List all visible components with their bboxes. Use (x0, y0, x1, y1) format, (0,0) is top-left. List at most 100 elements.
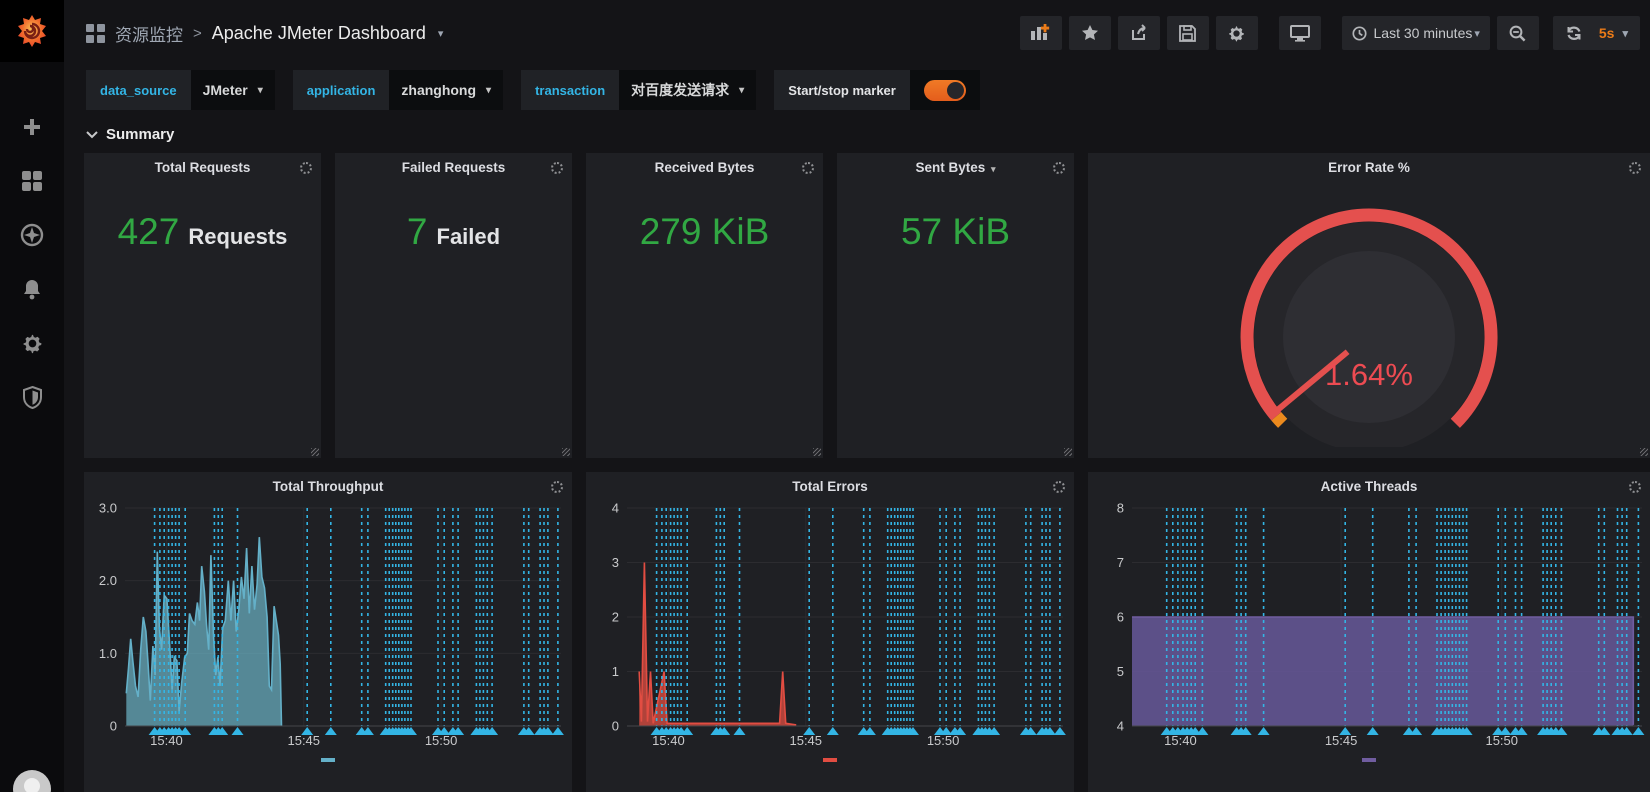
plus-icon (24, 119, 40, 135)
refresh-interval-value: 5s (1598, 25, 1615, 41)
svg-text:3: 3 (612, 555, 619, 570)
panel-title[interactable]: Failed Requests (335, 153, 572, 175)
chart-legend[interactable] (84, 756, 572, 762)
stat-value: 7 (406, 211, 428, 252)
svg-text:15:45: 15:45 (287, 733, 320, 748)
chevron-down-icon[interactable]: ▾ (438, 27, 444, 40)
cycle-view-button[interactable] (1278, 16, 1321, 50)
share-button[interactable] (1117, 16, 1160, 50)
grafana-dashboard: 资源监控 > Apache JMeter Dashboard ▾ Last 30… (0, 0, 1650, 792)
row-header-summary[interactable]: Summary (86, 126, 1650, 143)
panel-title[interactable]: Active Threads (1088, 472, 1650, 494)
user-avatar[interactable] (13, 770, 51, 792)
panel-total-errors: Total Errors 15:40 15:45 15:50 0 1 2 3 4 (586, 472, 1074, 792)
throughput-chart[interactable]: 15:40 15:45 15:50 0 1.0 2.0 3.0 (89, 498, 567, 752)
sidebar-item-explore[interactable] (19, 222, 45, 248)
panel-error-rate: Error Rate % 1.64% (1088, 153, 1650, 458)
chevron-down-icon: ▾ (1474, 27, 1480, 40)
settings-button[interactable] (1215, 16, 1258, 50)
svg-text:1: 1 (612, 664, 619, 679)
stat-value-group: 7 Failed (335, 175, 572, 440)
panel-total-throughput: Total Throughput 15:40 15:45 15:50 0 1.0 2.0 3… (84, 472, 572, 792)
refresh-interval-dropdown[interactable]: 5s ▾ (1595, 25, 1640, 41)
chart-legend[interactable] (1088, 756, 1650, 762)
svg-text:15:40: 15:40 (1164, 733, 1197, 748)
chart-legend[interactable] (586, 756, 1074, 762)
panel-resize-handle[interactable] (813, 448, 821, 456)
stat-value-group: 279 KiB (586, 175, 823, 440)
time-range-picker[interactable]: Last 30 minutes ▾ (1341, 16, 1490, 50)
panel-resize-handle[interactable] (1064, 448, 1072, 456)
panel-resize-handle[interactable] (1640, 448, 1648, 456)
svg-text:7: 7 (1117, 555, 1124, 570)
star-icon (1081, 25, 1098, 40)
zoom-out-button[interactable] (1496, 16, 1539, 50)
sidebar-item-configuration[interactable] (19, 330, 45, 356)
variable-application[interactable]: application zhanghong ▾ (292, 70, 504, 110)
panel-title[interactable]: Received Bytes (586, 153, 823, 175)
loading-spinner-icon (300, 162, 312, 174)
sidebar-item-alerting[interactable] (19, 276, 45, 302)
shield-icon (22, 385, 42, 409)
bell-icon (24, 280, 40, 300)
variable-label: application (292, 70, 390, 110)
add-panel-button[interactable] (1019, 16, 1062, 50)
marker-toggle-label: Start/stop marker (774, 70, 910, 110)
marker-toggle-chip: Start/stop marker (774, 70, 980, 110)
panel-resize-handle[interactable] (562, 448, 570, 456)
svg-text:15:45: 15:45 (1325, 733, 1358, 748)
svg-text:4: 4 (612, 501, 619, 516)
svg-text:1.0: 1.0 (99, 646, 117, 661)
sidebar-item-create[interactable] (19, 114, 45, 140)
time-range-label: Last 30 minutes (1373, 25, 1473, 41)
variable-transaction[interactable]: transaction 对百度发送请求 ▾ (521, 70, 757, 110)
add-panel-icon (1030, 24, 1049, 40)
svg-text:6: 6 (1117, 610, 1124, 625)
sidebar-item-server-admin[interactable] (19, 384, 45, 410)
sidebar-item-dashboards[interactable] (19, 168, 45, 194)
stat-unit: Failed (436, 224, 501, 249)
gear-icon (1229, 25, 1244, 41)
legend-series-icon (823, 758, 837, 762)
star-button[interactable] (1068, 16, 1111, 50)
clock-icon (1351, 25, 1367, 41)
toggle-knob (946, 81, 964, 99)
threads-chart[interactable]: 15:40 15:45 15:50 4 5 6 7 8 (1096, 498, 1648, 752)
panel-resize-handle[interactable] (311, 448, 319, 456)
error-rate-gauge: 1.64% (1240, 208, 1498, 447)
dashboard-title[interactable]: Apache JMeter Dashboard (212, 23, 426, 44)
svg-text:1.64%: 1.64% (1325, 357, 1413, 392)
grafana-logo-icon (18, 15, 46, 47)
svg-text:2: 2 (612, 610, 619, 625)
panel-active-threads: Active Threads 15:40 15:45 15:50 4 5 6 7 8 (1088, 472, 1650, 792)
compass-icon (20, 223, 44, 247)
stat-unit: Requests (188, 224, 288, 249)
panel-menu-caret-icon[interactable]: ▾ (991, 164, 996, 174)
chevron-down-icon: ▾ (486, 84, 492, 96)
panel-failed-requests: Failed Requests 7 Failed (335, 153, 572, 458)
svg-text:8: 8 (1117, 501, 1124, 516)
stat-value: 427 (117, 211, 180, 252)
panel-title[interactable]: Total Throughput (84, 472, 572, 494)
breadcrumb-folder[interactable]: 资源监控 (115, 21, 183, 46)
chevron-down-icon: ▾ (739, 84, 745, 96)
start-stop-marker-toggle[interactable] (923, 79, 966, 101)
grafana-logo[interactable] (0, 0, 64, 62)
save-icon (1179, 24, 1196, 42)
panel-title[interactable]: Total Errors (586, 472, 1074, 494)
navbar-actions: Last 30 minutes ▾ 5s ▾ (1019, 16, 1640, 50)
variable-value: JMeter (202, 82, 248, 98)
loading-spinner-icon (1629, 162, 1641, 174)
charts-panel-row: Total Throughput 15:40 15:45 15:50 0 1.0 2.0 3… (84, 472, 1650, 792)
avatar-head-icon (24, 778, 40, 792)
refresh-group: 5s ▾ (1552, 16, 1640, 50)
variable-data-source[interactable]: data_source JMeter ▾ (86, 70, 275, 110)
panel-title[interactable]: Total Requests (84, 153, 321, 175)
stat-value: 57 KiB (900, 211, 1010, 252)
save-button[interactable] (1166, 16, 1209, 50)
panel-title[interactable]: Sent Bytes ▾ (837, 153, 1074, 175)
panel-title[interactable]: Error Rate % (1088, 153, 1650, 175)
refresh-button[interactable] (1553, 16, 1595, 50)
errors-chart[interactable]: 15:40 15:45 15:50 0 1 2 3 4 (591, 498, 1069, 752)
loading-spinner-icon (1053, 481, 1065, 493)
